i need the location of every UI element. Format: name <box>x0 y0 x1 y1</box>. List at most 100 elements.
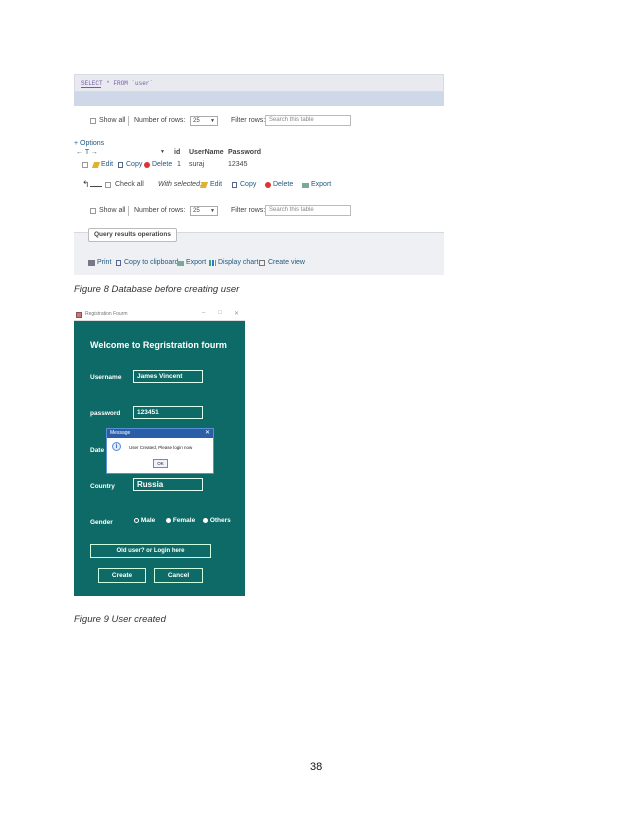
separator <box>128 116 129 126</box>
sql-query-text: SELECT * FROM `user` <box>81 80 154 87</box>
app-icon <box>76 312 82 318</box>
registration-heading: Welcome to Regristration fourm <box>90 340 227 350</box>
create-view-link[interactable]: Create view <box>268 259 305 266</box>
create-button[interactable]: Create <box>98 568 146 583</box>
delete-icon <box>144 162 150 169</box>
gender-option-label: Others <box>209 517 231 524</box>
row-edit-link[interactable]: Edit <box>101 161 113 168</box>
close-icon[interactable]: ✕ <box>205 429 210 436</box>
radio-selected-icon <box>166 517 171 523</box>
column-header-username[interactable]: UserName <box>189 149 224 156</box>
cancel-button[interactable]: Cancel <box>154 568 203 583</box>
view-icon <box>259 260 265 267</box>
page-number: 38 <box>310 761 323 773</box>
ok-button[interactable]: OK <box>153 459 168 468</box>
export-link[interactable]: Export <box>186 259 206 266</box>
password-field[interactable]: 123451 <box>133 406 203 419</box>
rows-per-page-value: 25 <box>193 208 200 214</box>
copy-icon <box>118 162 123 169</box>
figure-8-caption: Figure 8 Database before creating user <box>74 284 240 295</box>
row-checkbox[interactable] <box>82 162 88 168</box>
rows-per-page-value: 25 <box>193 118 200 124</box>
window-titlebar: Registration Fourm – □ ✕ <box>74 310 245 321</box>
copy-to-clipboard-link[interactable]: Copy to clipboard <box>124 259 178 266</box>
dialog-titlebar: Message ✕ <box>107 429 213 438</box>
arrow-line <box>90 186 102 187</box>
bulk-export-button[interactable]: Export <box>311 181 331 188</box>
filter-rows-input[interactable]: Search this table <box>265 205 351 216</box>
export-icon <box>177 260 184 267</box>
sql-query-bar: SELECT * FROM `user` <box>74 74 444 92</box>
gender-option-female[interactable]: Female <box>166 517 195 524</box>
delete-icon <box>265 182 271 189</box>
with-selected-label: With selected: <box>158 181 202 188</box>
show-all-label: Show all <box>99 117 126 124</box>
country-label: Country <box>90 483 115 490</box>
cell-id: 1 <box>177 161 181 168</box>
sort-arrow-icon[interactable]: ▼ <box>160 149 165 155</box>
country-field[interactable]: Russia <box>133 478 203 491</box>
password-label: password <box>90 410 121 417</box>
display-chart-link[interactable]: Display chart <box>218 259 258 266</box>
chevron-down-icon: ▼ <box>210 118 215 124</box>
chart-icon <box>209 260 216 267</box>
table-row: Edit Copy Delete 1 suraj 12345 <box>74 161 274 170</box>
column-header-id[interactable]: id <box>174 149 180 156</box>
number-of-rows-label: Number of rows: <box>134 207 186 214</box>
pencil-icon <box>199 182 209 189</box>
show-all-checkbox[interactable] <box>90 208 96 214</box>
row-delete-link[interactable]: Delete <box>152 161 172 168</box>
number-of-rows-label: Number of rows: <box>134 117 186 124</box>
column-arrows-icon[interactable]: ← T → <box>76 149 98 156</box>
print-link[interactable]: Print <box>97 259 111 266</box>
query-results-operations-tab: Query results operations <box>88 228 177 242</box>
filter-rows-label: Filter rows: <box>231 207 266 214</box>
minimize-icon[interactable]: – <box>202 310 205 316</box>
gender-label: Gender <box>90 519 113 526</box>
options-link[interactable]: + Options <box>74 140 104 147</box>
bulk-delete-button[interactable]: Delete <box>273 181 293 188</box>
username-field[interactable]: James Vincent <box>133 370 203 383</box>
figure-9-caption: Figure 9 User created <box>74 614 166 625</box>
message-dialog: Message ✕ i User Created, Please login n… <box>106 428 214 474</box>
query-info-band <box>74 92 444 106</box>
radio-unselected-icon <box>134 517 139 523</box>
maximize-icon[interactable]: □ <box>218 310 222 316</box>
print-icon <box>88 260 95 267</box>
date-label: Date <box>90 447 105 454</box>
rows-per-page-select[interactable]: 25 ▼ <box>190 206 218 216</box>
radio-selected-icon <box>203 517 208 523</box>
gender-option-label: Female <box>172 517 196 524</box>
chevron-down-icon: ▼ <box>210 208 215 214</box>
show-all-label: Show all <box>99 207 126 214</box>
filter-rows-label: Filter rows: <box>231 117 266 124</box>
bulk-copy-button[interactable]: Copy <box>240 181 256 188</box>
navigation-row-top: Show all Number of rows: 25 ▼ Filter row… <box>74 115 444 129</box>
close-icon[interactable]: ✕ <box>234 310 239 317</box>
gender-option-male[interactable]: Male <box>134 517 155 524</box>
arrow-up-icon: ↰ <box>82 179 90 189</box>
cell-password: 12345 <box>228 161 248 168</box>
info-icon: i <box>112 442 121 451</box>
filter-rows-input[interactable]: Search this table <box>265 115 351 126</box>
username-label: Username <box>90 374 122 381</box>
column-header-password[interactable]: Password <box>228 149 261 156</box>
bulk-edit-button[interactable]: Edit <box>210 181 222 188</box>
separator <box>128 206 129 216</box>
row-copy-link[interactable]: Copy <box>126 161 142 168</box>
pencil-icon <box>91 162 101 169</box>
dialog-message: User Created, Please login now <box>129 445 193 450</box>
copy-icon <box>232 182 237 189</box>
window-title: Registration Fourm <box>85 311 128 317</box>
table-header-row: ← T → ▼ id UserName Password <box>74 149 274 158</box>
dialog-title: Message <box>110 430 131 436</box>
rows-per-page-select[interactable]: 25 ▼ <box>190 116 218 126</box>
bulk-actions-row: ↰ Check all With selected: Edit Copy Del… <box>74 179 374 190</box>
gender-option-label: Male <box>140 517 156 524</box>
sql-underline <box>81 87 101 88</box>
gender-option-others[interactable]: Others <box>203 517 231 524</box>
login-link-button[interactable]: Old user? or Login here <box>90 544 211 558</box>
figure-8-screenshot: SELECT * FROM `user` Show all Number of … <box>74 74 444 275</box>
check-all-checkbox[interactable] <box>105 182 111 188</box>
show-all-checkbox[interactable] <box>90 118 96 124</box>
